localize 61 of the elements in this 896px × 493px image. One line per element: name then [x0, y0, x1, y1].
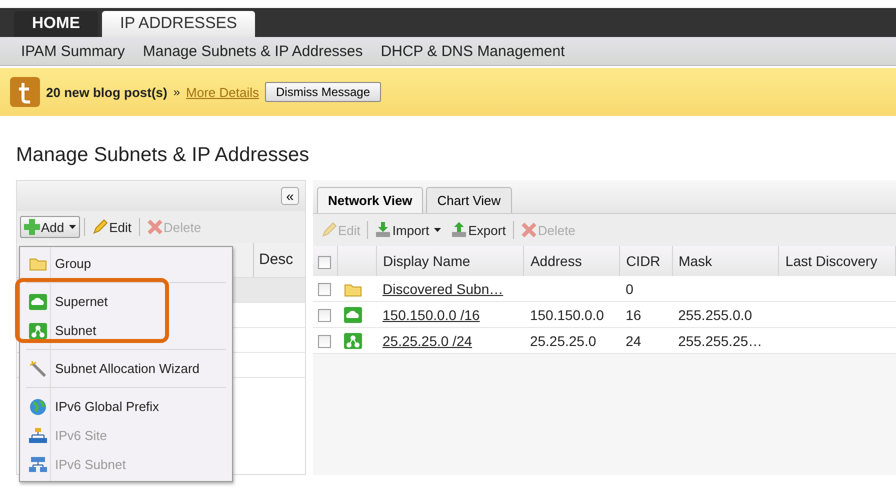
pencil-icon: [92, 219, 108, 235]
pencil-icon: [321, 222, 337, 238]
menu-item[interactable]: IPv6 Global Prefix: [20, 392, 232, 421]
caret-icon: [434, 228, 442, 232]
x-icon: [146, 219, 163, 235]
hierarchy-icon: [28, 456, 46, 472]
row-checkbox[interactable]: [318, 309, 331, 322]
cloud-icon: [344, 307, 362, 324]
toolbar-button[interactable]: Export: [448, 220, 509, 240]
menu-item[interactable]: Subnet: [20, 316, 232, 345]
column-header[interactable]: Address: [524, 246, 620, 276]
column-header: Desc: [253, 243, 305, 277]
nav-link[interactable]: DHCP & DNS Management: [380, 42, 565, 60]
magic-wand-icon: [28, 360, 46, 378]
upload-icon: [451, 222, 468, 238]
column-header[interactable]: Display Name: [376, 246, 524, 276]
cloud-icon: [28, 294, 46, 310]
view-tab[interactable]: Network View: [317, 187, 424, 213]
nav-tab[interactable]: HOME: [14, 11, 98, 37]
nav-tab[interactable]: IP ADDRESSES: [102, 11, 256, 37]
network-node-icon: [28, 322, 46, 338]
nav-link[interactable]: IPAM Summary: [21, 42, 125, 60]
table-cell: 255.255.25…: [678, 332, 762, 348]
network-node-icon: [344, 333, 362, 350]
banner-message: 20 new blog post(s): [46, 84, 168, 100]
name-link[interactable]: 150.150.0.0 /16: [382, 306, 480, 322]
blog-logo-icon: [10, 77, 40, 107]
table-cell: 150.150.0.0: [530, 306, 604, 322]
row-checkbox[interactable]: [318, 335, 331, 348]
nav-link[interactable]: Manage Subnets & IP Addresses: [142, 42, 363, 60]
toolbar-button[interactable]: Add: [20, 216, 80, 238]
hierarchy-icon: [28, 428, 46, 444]
menu-item[interactable]: Group: [20, 249, 232, 278]
table-cell: 16: [626, 306, 642, 322]
folder-icon: [28, 256, 46, 271]
collapse-button[interactable]: «: [281, 187, 299, 205]
folder-icon: [344, 282, 362, 297]
table-cell: 24: [626, 332, 642, 348]
menu-item[interactable]: Subnet Allocation Wizard: [20, 354, 232, 383]
select-all-checkbox[interactable]: [318, 256, 331, 269]
table-cell: 25.25.25.0: [530, 332, 596, 348]
table-cell: 255.255.0.0: [678, 306, 752, 322]
column-header[interactable]: Last Discovery: [778, 246, 896, 276]
name-link[interactable]: 25.25.25.0 /24: [382, 332, 472, 348]
row-checkbox[interactable]: [318, 283, 331, 296]
menu-item[interactable]: Supernet: [20, 287, 232, 316]
plus-icon: [24, 219, 40, 235]
dismiss-button[interactable]: Dismiss Message: [265, 82, 382, 102]
download-icon: [375, 222, 392, 238]
view-tab[interactable]: Chart View: [426, 187, 512, 213]
x-icon: [520, 222, 537, 238]
caret-icon: [69, 225, 76, 229]
toolbar-button[interactable]: Edit: [89, 217, 135, 237]
globe-icon: [28, 398, 46, 416]
toolbar-button[interactable]: Import: [372, 220, 444, 240]
name-link[interactable]: Discovered Subn…: [382, 280, 504, 296]
separator-glyph: »: [173, 85, 180, 99]
page-title: Manage Subnets & IP Addresses: [16, 144, 310, 168]
column-header[interactable]: Mask: [672, 246, 779, 276]
table-cell: 0: [626, 280, 634, 296]
column-header[interactable]: CIDR: [620, 246, 672, 276]
